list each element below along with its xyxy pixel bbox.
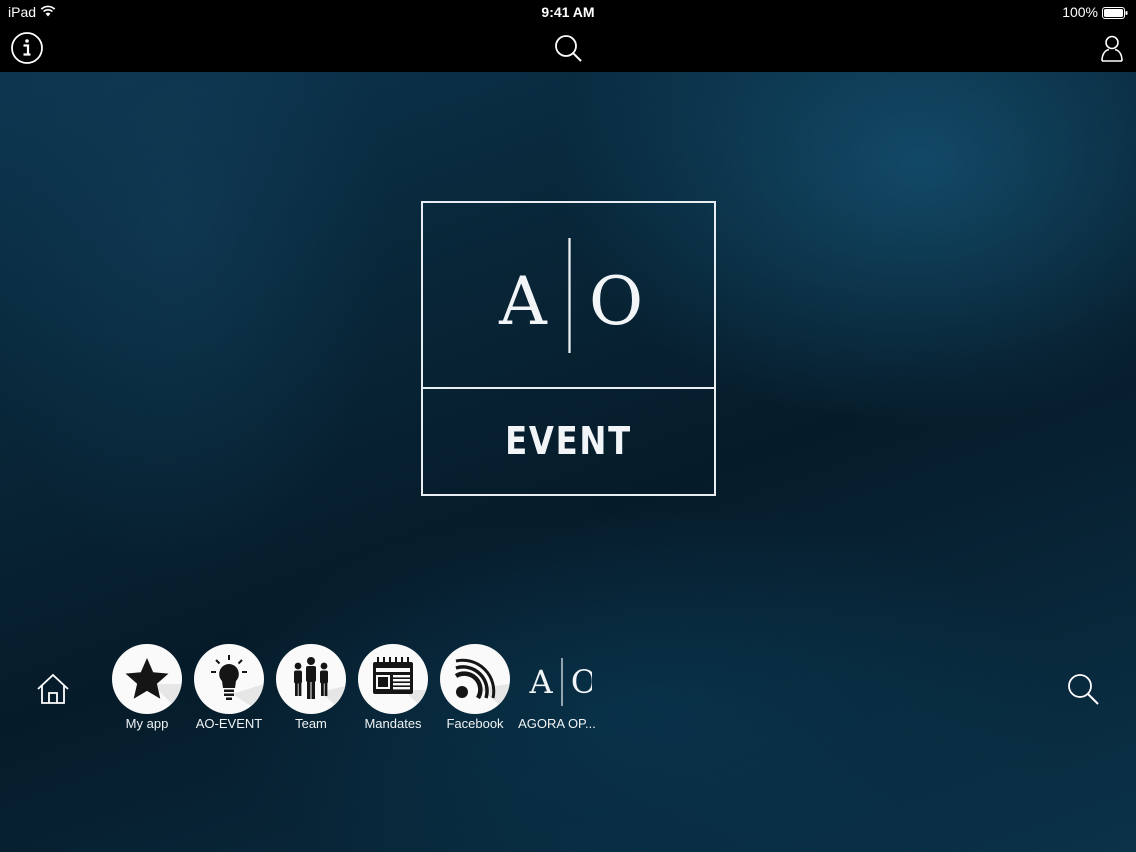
app-screen: iPad 9:41 AM 100% A O EVENT My app AO-EV… bbox=[0, 0, 1136, 852]
home-icon bbox=[34, 673, 72, 712]
logo-subtitle: EVENT bbox=[505, 419, 632, 463]
battery-percentage: 100% bbox=[1062, 4, 1098, 20]
dock-icon-circle bbox=[194, 644, 264, 714]
dock-icon-circle bbox=[276, 644, 346, 714]
status-time: 9:41 AM bbox=[541, 4, 595, 20]
dock-item-team[interactable]: Team bbox=[270, 644, 352, 734]
dock-search-button[interactable] bbox=[1064, 670, 1102, 708]
dock-item-label: AGORA OP... bbox=[518, 716, 596, 731]
ao-logo-icon: A O bbox=[522, 644, 597, 714]
dock-icon-circle bbox=[358, 644, 428, 714]
home-button[interactable] bbox=[34, 670, 72, 708]
ao-logo-letter-a: A bbox=[528, 663, 553, 701]
dock-icon-circle bbox=[440, 644, 510, 714]
logo-monogram: A O bbox=[423, 203, 714, 387]
battery-icon bbox=[1102, 6, 1128, 22]
dock-item-agora[interactable]: A O AGORA OP... bbox=[516, 644, 598, 734]
dock-icon-circle bbox=[112, 644, 182, 714]
home-background: A O EVENT My app AO-EVENT Team Mandates … bbox=[0, 72, 1136, 852]
logo-letter-o: O bbox=[589, 263, 643, 340]
user-icon bbox=[1094, 30, 1130, 66]
dock-item-ao-event[interactable]: AO-EVENT bbox=[188, 644, 270, 734]
status-bar: iPad 9:41 AM 100% bbox=[0, 0, 1136, 24]
search-icon bbox=[550, 30, 586, 66]
dock-item-mandates[interactable]: Mandates bbox=[352, 644, 434, 734]
info-button[interactable] bbox=[9, 30, 45, 66]
search-icon bbox=[1064, 674, 1102, 712]
dock-item-facebook[interactable]: Facebook bbox=[434, 644, 516, 734]
info-icon bbox=[9, 30, 45, 66]
ao-event-logo: A O EVENT bbox=[421, 201, 716, 496]
ao-logo-letter-o: O bbox=[571, 663, 592, 701]
logo-letter-a: A bbox=[498, 263, 548, 340]
dock-item-my-app[interactable]: My app bbox=[106, 644, 188, 734]
top-nav-bar bbox=[0, 24, 1136, 72]
top-search-button[interactable] bbox=[550, 30, 586, 66]
user-profile-button[interactable] bbox=[1094, 30, 1130, 66]
